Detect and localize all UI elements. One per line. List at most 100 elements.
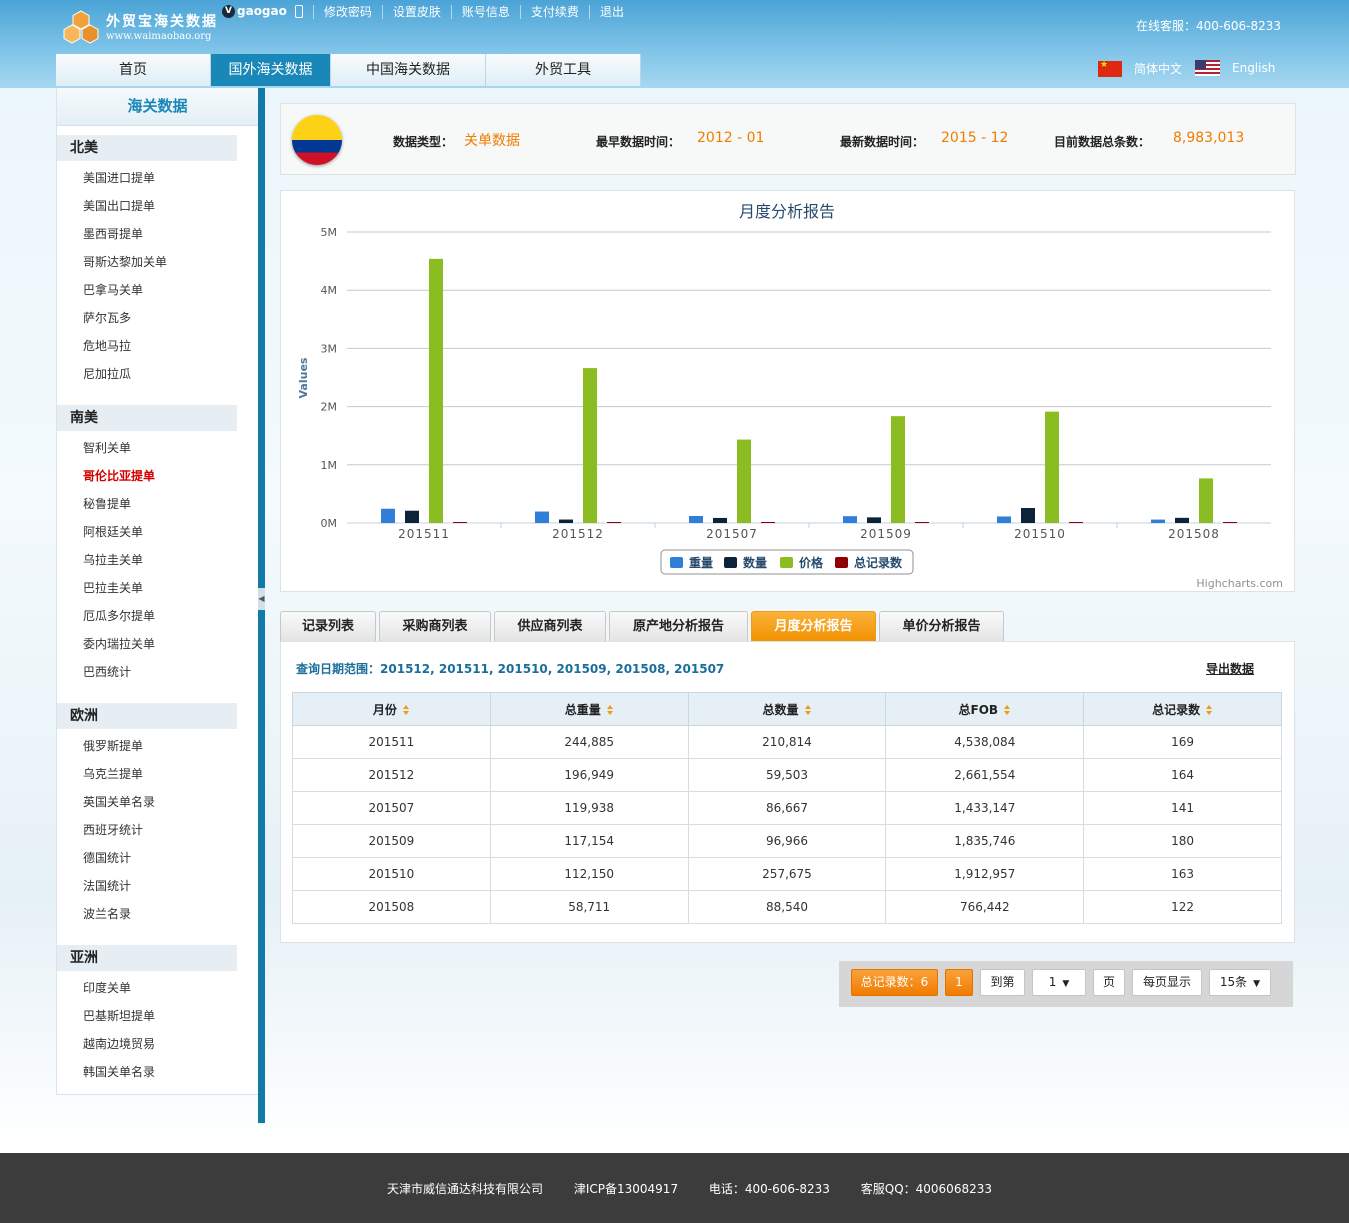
bar (405, 510, 419, 523)
bar (867, 517, 881, 523)
header-bar: 外贸宝海关数据 www.waimaobao.org V gaogao 修改密码设… (0, 0, 1349, 88)
bar (689, 516, 703, 523)
sidebar-item[interactable]: 墨西哥提单 (83, 225, 143, 242)
col-quantity[interactable]: 总数量 (687, 692, 887, 726)
x-tick-label: 201507 (706, 527, 758, 541)
sort-icon[interactable] (1206, 705, 1213, 715)
sidebar-item[interactable]: 美国进口提单 (83, 169, 155, 186)
earliest-date-value: 2012 - 01 (697, 130, 765, 146)
hotline: 在线客服：400-606-8233 (1136, 19, 1282, 33)
sidebar-item[interactable]: 波兰名录 (83, 905, 131, 922)
col-records[interactable]: 总记录数 (1083, 692, 1282, 726)
table-cell: 88,540 (687, 890, 887, 924)
latest-date-value: 2015 - 12 (941, 130, 1009, 146)
col-month[interactable]: 月份 (292, 692, 491, 726)
footer-phone: 电话：400-606-8233 (708, 1182, 830, 1196)
table-cell: 1,835,746 (885, 824, 1085, 858)
chart-title: 月度分析报告 (739, 202, 835, 221)
change-password-link[interactable]: 修改密码 (312, 4, 382, 19)
table-cell: 169 (1083, 725, 1282, 759)
sidebar-item[interactable]: 越南边境贸易 (83, 1035, 155, 1052)
tab-buyer-list[interactable]: 采购商列表 (379, 611, 491, 641)
sidebar-item[interactable]: 尼加拉瓜 (83, 365, 131, 382)
page-1-button[interactable]: 1 (945, 969, 973, 996)
table-cell: 2,661,554 (885, 758, 1085, 792)
sidebar-item[interactable]: 危地马拉 (83, 337, 131, 354)
col-weight-label: 总重量 (564, 702, 601, 717)
logo[interactable]: 外贸宝海关数据 www.waimaobao.org (62, 8, 232, 46)
sidebar-item[interactable]: 印度关单 (83, 979, 131, 996)
data-type-value: 关单数据 (464, 133, 520, 149)
colombia-flag-icon (292, 115, 342, 165)
tab-foreign-customs[interactable]: 国外海关数据 (211, 54, 331, 86)
table-cell: 117,154 (489, 824, 689, 858)
sidebar-item[interactable]: 厄瓜多尔提单 (83, 607, 155, 624)
sidebar-item[interactable]: 智利关单 (83, 439, 131, 456)
sidebar-item[interactable]: 法国统计 (83, 877, 131, 894)
footer-qq: 客服QQ：4006068233 (860, 1182, 992, 1196)
tab-origin-report[interactable]: 原产地分析报告 (609, 611, 748, 641)
query-range-label: 查询日期范围： (296, 662, 381, 676)
tab-unit-price-report[interactable]: 单价分析报告 (879, 611, 1004, 641)
sort-icon[interactable] (402, 705, 410, 715)
sidebar-item-colombia[interactable]: 哥伦比亚提单 (83, 467, 155, 484)
bar (713, 517, 727, 523)
report-panel: 查询日期范围：201512, 201511, 201510, 201509, 2… (280, 641, 1295, 943)
sort-icon[interactable] (1004, 705, 1011, 715)
tab-record-list[interactable]: 记录列表 (280, 611, 376, 641)
table-cell: 196,949 (489, 758, 689, 792)
bar (381, 508, 395, 523)
sidebar-item[interactable]: 美国出口提单 (83, 197, 155, 214)
tab-monthly-report[interactable]: 月度分析报告 (751, 611, 876, 641)
sidebar-item[interactable]: 巴拿马关单 (83, 281, 143, 298)
tab-china-customs[interactable]: 中国海关数据 (331, 54, 486, 86)
y-axis-label: Values (297, 357, 310, 398)
table-cell: 58,711 (489, 890, 689, 924)
table-row: 201507 119,938 86,667 1,433,147 141 (292, 791, 1282, 825)
col-weight[interactable]: 总重量 (489, 692, 689, 726)
sidebar-item[interactable]: 乌拉圭关单 (83, 551, 143, 568)
tab-supplier-list[interactable]: 供应商列表 (494, 611, 606, 641)
per-page-select[interactable]: 15条 ▼ (1209, 969, 1271, 996)
col-fob[interactable]: 总FOB (885, 692, 1085, 726)
collapse-arrow-icon[interactable]: ◀ (258, 588, 265, 610)
region-europe: 欧洲 (57, 703, 237, 729)
logout-link[interactable]: 退出 (588, 4, 634, 19)
china-flag-icon (1098, 60, 1122, 77)
sidebar-item[interactable]: 韩国关单名录 (83, 1063, 155, 1080)
sidebar-item[interactable]: 俄罗斯提单 (83, 737, 143, 754)
page-select[interactable]: 1 ▼ (1032, 969, 1086, 996)
sidebar-item[interactable]: 哥斯达黎加关单 (83, 253, 167, 270)
sort-icon[interactable] (804, 705, 812, 715)
tab-trade-tools[interactable]: 外贸工具 (486, 54, 641, 86)
sidebar-item[interactable]: 英国关单名录 (83, 793, 155, 810)
bar (1175, 517, 1189, 523)
mobile-icon[interactable] (294, 4, 303, 18)
sidebar-item[interactable]: 西班牙统计 (83, 821, 143, 838)
export-data-link[interactable]: 导出数据 (1206, 660, 1254, 677)
page-select-value: 1 (1048, 975, 1057, 989)
y-tick-label: 0M (321, 517, 338, 530)
sort-icon[interactable] (606, 705, 614, 715)
username[interactable]: gaogao (237, 4, 287, 18)
sidebar-item[interactable]: 委内瑞拉关单 (83, 635, 155, 652)
table-cell: 96,966 (687, 824, 887, 858)
sidebar-item[interactable]: 巴拉圭关单 (83, 579, 143, 596)
sidebar-item[interactable]: 阿根廷关单 (83, 523, 143, 540)
payment-link[interactable]: 支付续费 (519, 4, 589, 19)
table-row: 201509 117,154 96,966 1,835,746 180 (292, 824, 1282, 858)
sidebar-item[interactable]: 秘鲁提单 (83, 495, 131, 512)
region-south-america: 南美 (57, 405, 237, 431)
tab-home[interactable]: 首页 (56, 54, 211, 86)
account-info-link[interactable]: 账号信息 (450, 4, 520, 19)
lang-english[interactable]: English (1195, 60, 1275, 76)
goto-page-button[interactable]: 到第 (980, 969, 1025, 996)
sidebar-item[interactable]: 巴基斯坦提单 (83, 1007, 155, 1024)
skin-settings-link[interactable]: 设置皮肤 (381, 4, 451, 19)
sidebar-item[interactable]: 乌克兰提单 (83, 765, 143, 782)
sidebar-item[interactable]: 德国统计 (83, 849, 131, 866)
lang-chinese[interactable]: 简体中文 (1098, 60, 1182, 77)
logo-url: www.waimaobao.org (106, 31, 212, 42)
sidebar-item[interactable]: 萨尔瓦多 (83, 309, 131, 326)
sidebar-item[interactable]: 巴西统计 (83, 663, 131, 680)
